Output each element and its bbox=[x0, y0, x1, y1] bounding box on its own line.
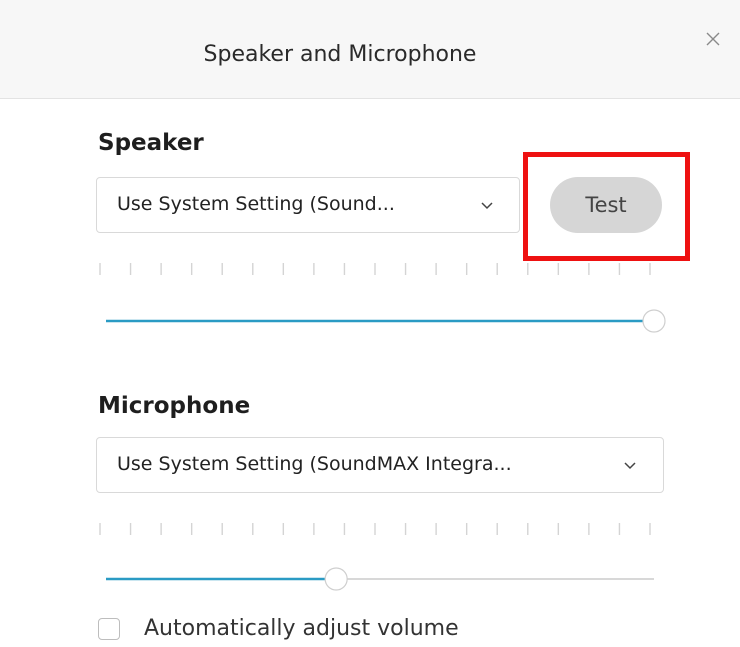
microphone-volume-slider[interactable] bbox=[98, 566, 668, 592]
speaker-heading: Speaker bbox=[98, 130, 204, 156]
microphone-level-meter bbox=[99, 523, 651, 535]
close-icon[interactable] bbox=[700, 26, 726, 52]
speaker-device-value: Use System Setting (Sound... bbox=[117, 193, 395, 215]
header-divider bbox=[0, 98, 740, 99]
dialog-title: Speaker and Microphone bbox=[203, 42, 477, 67]
auto-adjust-checkbox[interactable] bbox=[98, 618, 120, 640]
speaker-level-meter bbox=[99, 263, 651, 275]
dialog-header: Speaker and Microphone bbox=[0, 0, 740, 98]
chevron-down-icon bbox=[623, 458, 637, 472]
auto-adjust-label: Automatically adjust volume bbox=[144, 616, 459, 641]
slider-thumb bbox=[324, 567, 348, 591]
speaker-volume-slider[interactable] bbox=[98, 308, 668, 334]
microphone-device-select[interactable]: Use System Setting (SoundMAX Integra... bbox=[96, 437, 664, 493]
chevron-down-icon bbox=[480, 198, 494, 212]
speaker-device-select[interactable]: Use System Setting (Sound... bbox=[96, 177, 520, 233]
test-button-highlight bbox=[523, 152, 690, 261]
microphone-heading: Microphone bbox=[98, 393, 251, 419]
microphone-device-value: Use System Setting (SoundMAX Integra... bbox=[117, 453, 512, 475]
slider-thumb bbox=[642, 309, 666, 333]
